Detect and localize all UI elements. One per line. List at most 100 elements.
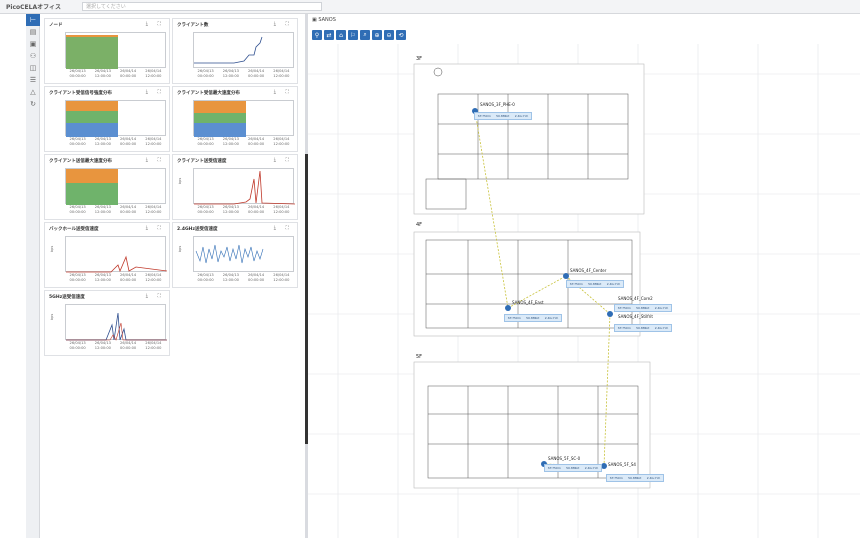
sidebar: ⊢ ▤ ▣ ⚇ ◫ ☰ △ ↻ [26, 14, 40, 538]
tick-label: 26/04/13 12:00:00 [222, 205, 239, 214]
ap-stat: ST:750m [547, 466, 561, 470]
download-icon[interactable]: ⤓ ⛶ [146, 21, 165, 27]
warning-icon[interactable]: △ [26, 86, 40, 98]
download-icon[interactable]: ⤓ ⛶ [274, 89, 293, 95]
tick-label: 26/04/14 12:00:00 [273, 273, 290, 282]
ap-stats: ST:750m 50.8Mbit 2.4G:7ch [566, 280, 624, 288]
ap-label[interactable]: SANOS_4F_Stilfrit [618, 314, 653, 319]
chart-plot [65, 304, 167, 341]
tree-icon[interactable]: ⊢ [26, 14, 40, 26]
download-icon[interactable]: ⤓ ⛶ [146, 157, 165, 163]
tick-label: 26/04/13 12:00:00 [94, 341, 111, 350]
ap-stat: 2.4G:7ch [646, 476, 661, 480]
card-title: クライアント送信最大速度分布 [49, 159, 112, 164]
x-axis-ticks: 26/04/13 00:00:00 26/04/13 12:00:00 26/0… [65, 69, 166, 78]
chat-icon[interactable]: ◫ [26, 62, 40, 74]
card-title: ノード [49, 23, 63, 28]
tick-label: 26/04/14 00:00:00 [248, 69, 265, 78]
download-icon[interactable]: ⤓ ⛶ [146, 89, 165, 95]
map-panel: ▣ SANOS ⚲ ⇄ ⌂ ⚐ ⌕ ⊕ ⊖ ⟲ 3F 4F 5F SANOS_3… [308, 14, 860, 538]
tick-label: 26/04/13 12:00:00 [94, 69, 111, 78]
search-input[interactable]: 選択してください [82, 2, 322, 11]
tick-label: 26/04/13 00:00:00 [69, 273, 86, 282]
download-icon[interactable]: ⤓ ⛶ [146, 293, 165, 299]
ap-stats: ST:750m 50.8Mbit 2.4G:7ch [504, 314, 562, 322]
ap-stat: 50.8Mbit [566, 466, 580, 470]
tick-label: 26/04/14 12:00:00 [145, 205, 162, 214]
download-icon[interactable]: ⤓ ⛶ [274, 157, 293, 163]
y-axis-label: bps [178, 245, 183, 253]
x-axis-ticks: 26/04/13 00:00:00 26/04/13 12:00:00 26/0… [193, 69, 294, 78]
x-axis-ticks: 26/04/13 00:00:00 26/04/13 12:00:00 26/0… [65, 341, 166, 350]
ap-stat: 50.8Mbit [588, 282, 602, 286]
tick-label: 26/04/14 00:00:00 [120, 137, 137, 146]
chart-plot [193, 100, 294, 137]
ap-stat: ST:750m [477, 114, 491, 118]
download-icon[interactable]: ⤓ ⛶ [274, 21, 293, 27]
download-icon[interactable]: ⤓ ⛶ [274, 225, 293, 231]
x-axis-ticks: 26/04/13 00:00:00 26/04/13 12:00:00 26/0… [193, 205, 294, 214]
history-icon[interactable]: ↻ [26, 98, 40, 110]
ap-label[interactable]: SANOS_3F_PHE-0 [480, 102, 515, 107]
chart-plot [65, 100, 166, 137]
tick-label: 26/04/14 00:00:00 [120, 341, 137, 350]
chart-card-rx-max-distribution: クライアント受信最大速度分布 ⤓ ⛶ 26/04/13 00:00:00 26/… [172, 86, 298, 152]
ap-stat: ST:750m [609, 476, 623, 480]
ap-stats: ST:750m 50.8Mbit 2.4G:7ch [614, 304, 672, 312]
ap-stats: ST:750m 50.8Mbit 2.4G:7ch [544, 464, 602, 472]
ap-stat: 50.8Mbit [526, 316, 540, 320]
x-axis-ticks: 26/04/13 00:00:00 26/04/13 12:00:00 26/0… [193, 137, 294, 146]
card-title: クライアント受信最大速度分布 [177, 91, 240, 96]
app-title: PicoCELAオフィス [6, 4, 61, 11]
ap-stats: ST:750m 50.8Mbit 2.4G:7ch [606, 474, 664, 482]
list-icon[interactable]: ☰ [26, 74, 40, 86]
x-axis-ticks: 26/04/13 00:00:00 26/04/13 12:00:00 26/0… [65, 137, 166, 146]
tick-label: 26/04/14 00:00:00 [120, 273, 137, 282]
ap-label[interactable]: SANOS_5F_S4 [608, 462, 636, 467]
tick-label: 26/04/13 12:00:00 [94, 273, 111, 282]
ap-label[interactable]: SANOS_5F_SC-0 [548, 456, 580, 461]
chart-card-client-throughput: クライアント送受信速度 ⤓ ⛶ bps 26/04/13 00:00:00 26… [172, 154, 298, 220]
ap-stat: 50.8Mbit [628, 476, 642, 480]
chart-card-backhaul-throughput: バックホール送受信速度 ⤓ ⛶ bps 26/04/13 00:00:00 26… [44, 222, 170, 288]
chart-card-client-count: クライアント数 ⤓ ⛶ 26/04/13 00:00:00 26/04/13 1… [172, 18, 298, 84]
dashboard-panel: ノード ⤓ ⛶ 26/04/13 00:00:00 26/04/13 12:00… [40, 14, 305, 538]
tick-label: 26/04/14 00:00:00 [120, 69, 137, 78]
tick-label: 26/04/14 00:00:00 [120, 205, 137, 214]
tick-label: 26/04/14 12:00:00 [273, 205, 290, 214]
tick-label: 26/04/13 00:00:00 [197, 69, 214, 78]
tick-label: 26/04/13 00:00:00 [197, 273, 214, 282]
ap-stat: 2.4G:7ch [606, 282, 621, 286]
y-axis-label: bps [50, 313, 55, 321]
tick-label: 26/04/13 12:00:00 [222, 69, 239, 78]
tick-label: 26/04/13 00:00:00 [69, 137, 86, 146]
chart-card-node: ノード ⤓ ⛶ 26/04/13 00:00:00 26/04/13 12:00… [44, 18, 170, 84]
floor-map-canvas[interactable] [308, 14, 860, 538]
ap-label[interactable]: SANOS_4F_East [512, 300, 544, 305]
tick-label: 26/04/14 12:00:00 [145, 273, 162, 282]
tick-label: 26/04/13 00:00:00 [69, 69, 86, 78]
chart-plot [65, 168, 166, 205]
ap-stat: 2.4G:7ch [544, 316, 559, 320]
tick-label: 26/04/14 00:00:00 [248, 137, 265, 146]
network-icon[interactable]: ⚇ [26, 50, 40, 62]
tick-label: 26/04/13 00:00:00 [69, 205, 86, 214]
download-icon[interactable]: ⤓ ⛶ [146, 225, 165, 231]
tick-label: 26/04/14 12:00:00 [145, 341, 162, 350]
chart-card-2g-throughput: 2.4GHz送受信速度 ⤓ ⛶ bps 26/04/13 00:00:00 26… [172, 222, 298, 288]
card-title: クライアント受信信号強度分布 [49, 91, 112, 96]
ap-label[interactable]: SANOS_4F_Center [570, 268, 606, 273]
ap-stat: 2.4G:7ch [654, 306, 669, 310]
chart-plot [65, 236, 168, 273]
document-icon[interactable]: ▤ [26, 26, 40, 38]
card-title: 2.4GHz送受信速度 [177, 227, 218, 232]
ap-stat: 50.8Mbit [636, 306, 650, 310]
chart-card-tx-max-distribution: クライアント送信最大速度分布 ⤓ ⛶ 26/04/13 00:00:00 26/… [44, 154, 170, 220]
x-axis-ticks: 26/04/13 00:00:00 26/04/13 12:00:00 26/0… [65, 273, 166, 282]
ap-stat: ST:750m [507, 316, 521, 320]
ap-stats: ST:750m 50.8Mbit 2.4G:7ch [614, 324, 672, 332]
ap-label[interactable]: SANOS_4F_Core2 [618, 296, 653, 301]
floor-label: 4F [416, 222, 423, 228]
tick-label: 26/04/14 12:00:00 [273, 137, 290, 146]
folder-icon[interactable]: ▣ [26, 38, 40, 50]
